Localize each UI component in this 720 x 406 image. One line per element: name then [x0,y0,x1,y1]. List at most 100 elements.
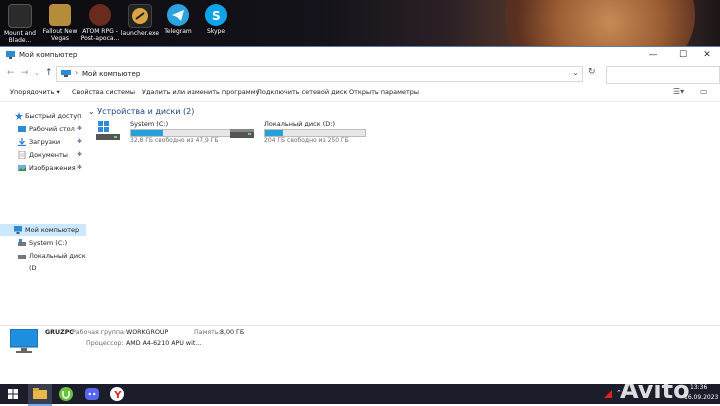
drive-tile-d[interactable]: Локальный диск (D:) 204 ГБ свободно из 2… [230,119,370,149]
pin-icon: ✱ [77,164,83,171]
counter-strike-icon [128,4,152,28]
hard-drive-icon [230,129,254,138]
amd-tray-icon[interactable] [604,390,612,398]
recent-chevron-icon[interactable]: ⌄ [34,69,40,77]
window-title: Мой компьютер [19,51,78,59]
star-icon [15,112,23,120]
search-input[interactable] [606,66,720,84]
drive-usage-fill [131,130,163,136]
desktop-icon-mount-and-blade[interactable]: Mount and Blade... [0,4,40,44]
drive-name: System (C:) [130,120,169,128]
computer-name: GRUZPC [45,329,74,336]
drive-tile-c[interactable]: System (C:) 32,8 ГБ свободно из 47,9 ГБ [96,119,236,149]
sidebar-item-desktop[interactable]: Рабочий стол ✱ [0,123,86,135]
desktop-icon-label: Telegram [164,28,192,35]
explorer-window: Мой компьютер — ☐ ✕ ← → ⌄ ↑ › Мой компью… [0,46,720,384]
sidebar-item-downloads[interactable]: Загрузки ✱ [0,136,86,148]
uninstall-program-button[interactable]: Удалить или изменить программу [142,88,259,96]
sidebar-item-drive-d[interactable]: Локальный диск (D [0,250,86,272]
desktop-icon-fallout[interactable]: Fallout New Vegas [40,4,80,42]
content-pane: ⌄ Устройства и диски (2) System (C:) 32,… [88,106,720,325]
pin-icon: ✱ [77,138,83,145]
navigation-pane: Быстрый доступ Рабочий стол ✱ Загрузки ✱… [0,106,86,325]
close-button[interactable]: ✕ [692,47,720,64]
desktop-icon-atom-rpg[interactable]: ATOM RPG - Post-apoca... [80,4,120,42]
sidebar-item-label: Быстрый доступ [25,112,82,120]
skype-icon: S [205,4,227,26]
group-header-label: Устройства и диски (2) [97,107,195,116]
sidebar-item-label: Мой компьютер [25,226,80,234]
sidebar-item-this-pc[interactable]: Мой компьютер [0,224,86,236]
drive-c-icon [18,239,26,246]
refresh-icon[interactable]: ↻ [588,67,596,77]
breadcrumb-separator: › [75,68,79,77]
desktop-icon-skype[interactable]: S Skype [196,4,236,35]
memory-label: Память: [194,329,221,336]
drive-usage-bar [264,129,366,137]
desktop-icon-label: ATOM RPG - Post-apoca... [80,28,120,42]
drive-name: Локальный диск (D:) [264,120,335,128]
details-pane: GRUZPC Рабочая группа: WORKGROUP Память:… [0,325,720,360]
desktop-icon-launcher[interactable]: launcher.exe [120,4,160,37]
drive-d-icon [18,255,26,259]
pictures-icon [18,165,26,171]
mount-and-blade-icon [8,4,32,28]
file-explorer-taskbar-button[interactable] [28,384,52,406]
up-arrow-icon[interactable]: ↑ [45,68,53,78]
preview-pane-icon[interactable]: ▭ [700,87,708,96]
computer-icon [61,70,71,77]
desktop-icon-label: launcher.exe [120,30,160,37]
command-bar: Упорядочить ▾ Свойства системы Удалить и… [0,84,720,102]
telegram-icon [167,4,189,26]
status-bar [0,359,720,383]
organize-button[interactable]: Упорядочить ▾ [10,88,60,96]
drive-usage-bar [130,129,232,137]
windows-drive-icon [96,121,120,140]
desktop-icon-telegram[interactable]: Telegram [158,4,198,35]
discord-icon[interactable] [85,387,99,401]
downloads-icon [18,138,26,146]
forward-arrow-icon[interactable]: → [21,68,29,78]
clock-time[interactable]: 13:36 [690,384,707,391]
drive-usage-fill [265,130,283,136]
computer-icon [6,51,15,59]
workgroup-label: Рабочая группа: [72,329,127,336]
sidebar-item-label: Документы [29,151,68,159]
desktop-folder-icon [18,126,26,132]
sidebar-item-pictures[interactable]: Изображения ✱ [0,162,86,174]
address-dropdown-icon[interactable]: ⌄ [572,68,579,77]
processor-value: AMD A4-6210 APU wit... [126,340,202,347]
open-settings-button[interactable]: Открыть параметры [349,88,419,96]
atom-rpg-icon [89,4,111,26]
sidebar-item-quick-access[interactable]: Быстрый доступ [0,110,86,122]
devices-group-header[interactable]: ⌄ Устройства и диски (2) [88,107,194,116]
breadcrumb[interactable]: Мой компьютер [82,70,140,78]
sidebar-item-drive-c[interactable]: System (C:) [0,237,86,249]
minimize-button[interactable]: — [638,47,668,64]
address-bar[interactable]: › Мой компьютер ⌄ [56,66,583,82]
utorrent-icon[interactable] [59,387,73,401]
back-arrow-icon[interactable]: ← [7,68,15,78]
system-properties-button[interactable]: Свойства системы [72,88,135,96]
yandex-browser-icon[interactable]: Y [110,387,124,401]
sidebar-item-label: Загрузки [29,138,61,146]
desktop-icon-label: Skype [206,28,226,35]
file-explorer-icon [33,388,47,399]
start-icon[interactable] [8,389,18,399]
sidebar-item-label: Локальный диск (D [29,252,86,272]
fallout-new-vegas-icon [49,4,71,26]
pin-icon: ✱ [77,151,83,158]
map-network-drive-button[interactable]: Подключить сетевой диск [257,88,347,96]
computer-icon [10,329,38,353]
sidebar-item-label: Рабочий стол [29,125,75,133]
drive-free-space: 32,8 ГБ свободно из 47,9 ГБ [130,137,219,144]
title-bar[interactable]: Мой компьютер — ☐ ✕ [0,47,720,64]
workgroup-value: WORKGROUP [126,329,169,336]
svg-text:S: S [212,9,221,23]
desktop-icon-label: Mount and Blade... [3,30,36,44]
clock-date[interactable]: 16.09.2023 [684,394,718,401]
taskbar: Y ⌃ Avito 13:36 16.09.2023 [0,376,720,406]
sidebar-item-documents[interactable]: Документы ✱ [0,149,86,161]
view-options-icon[interactable]: ☰▾ [673,87,684,96]
memory-value: 8,00 ГБ [220,329,245,336]
